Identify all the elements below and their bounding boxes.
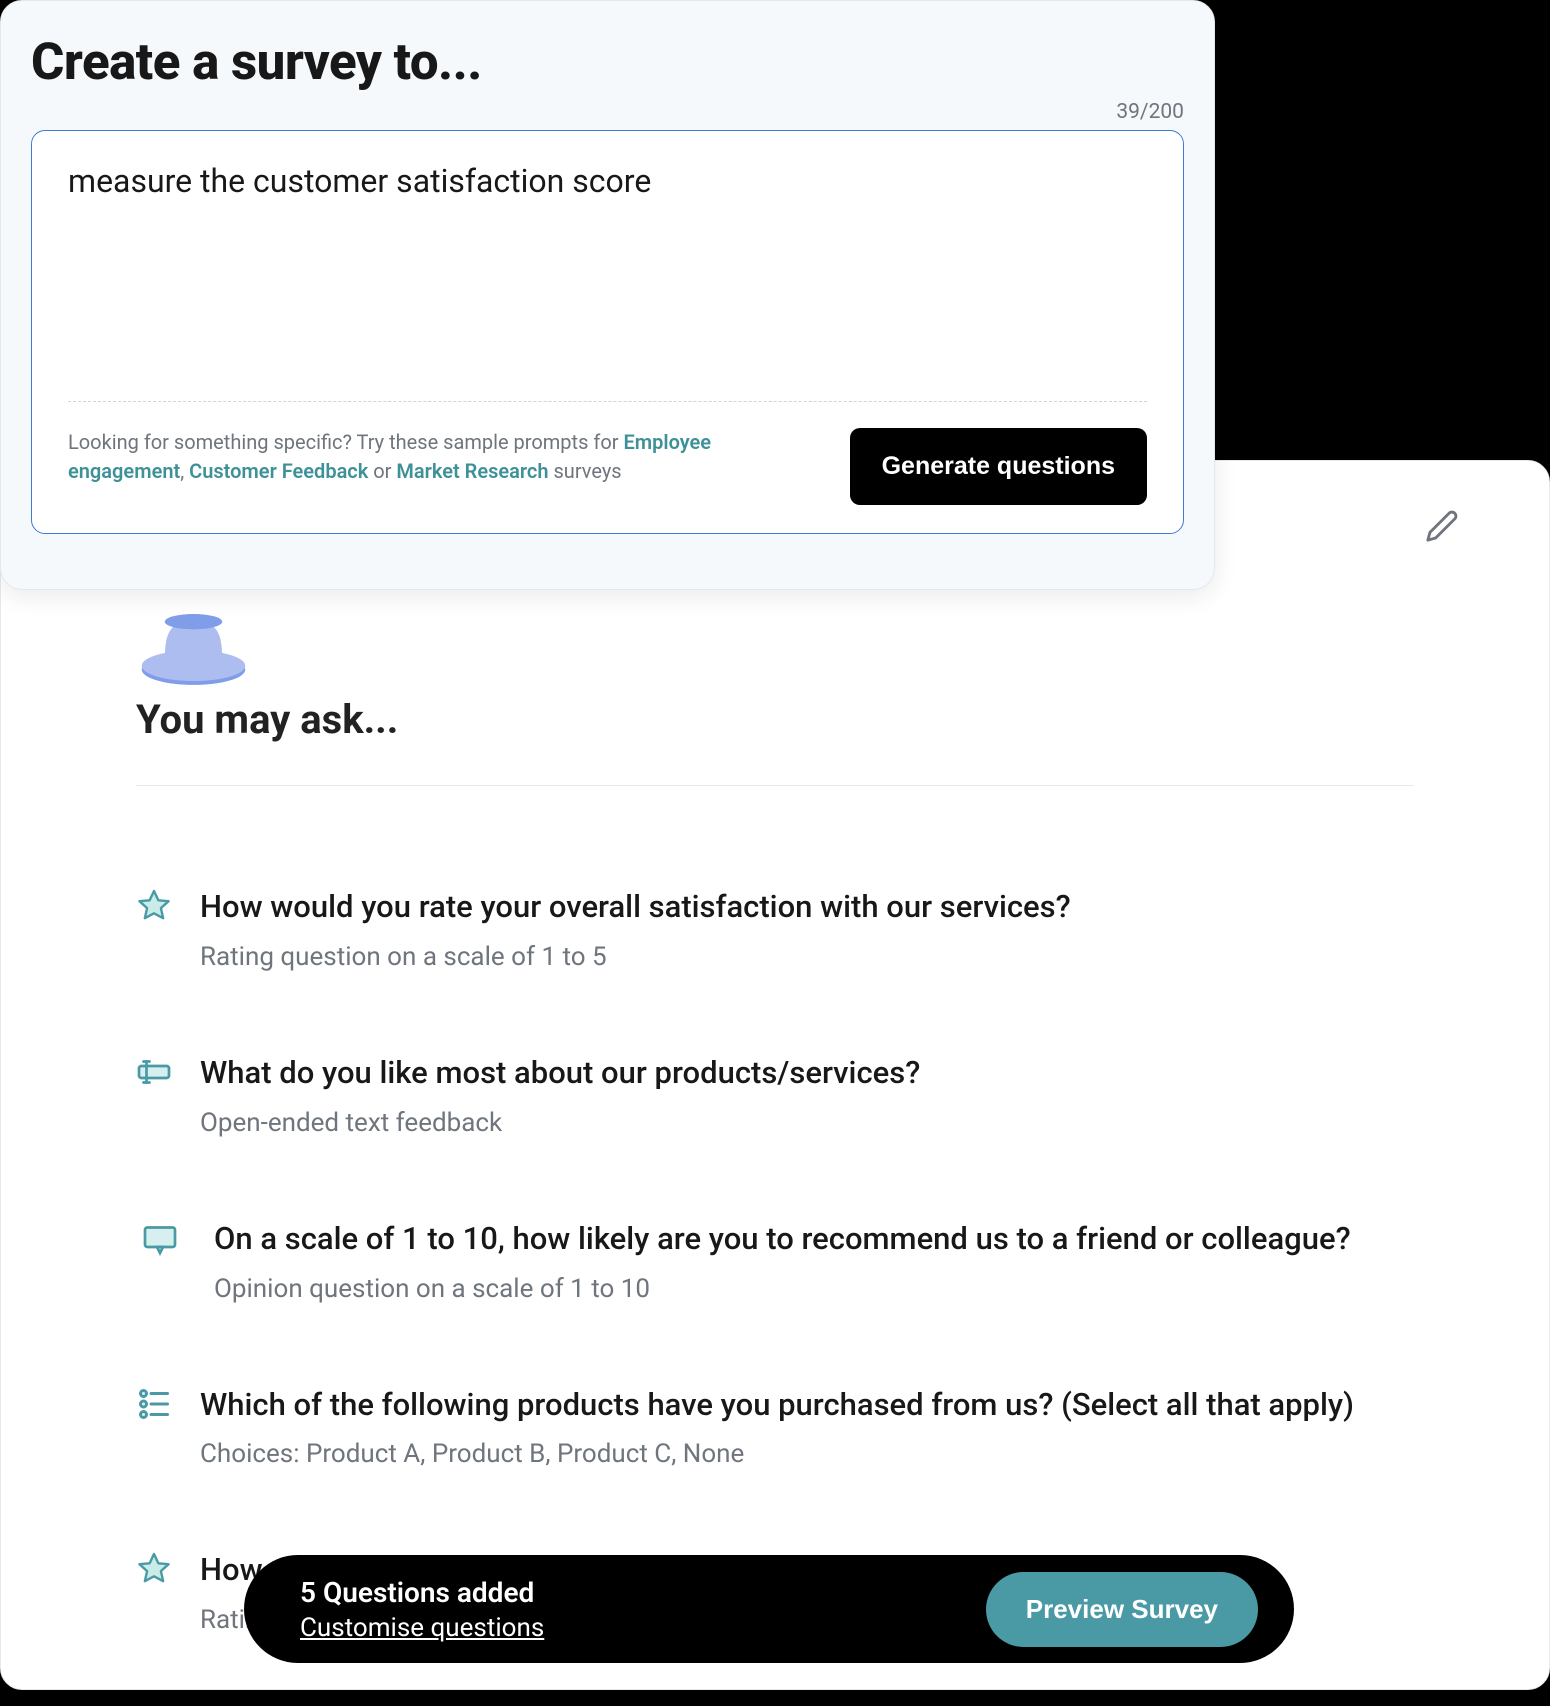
suggested-question[interactable]: How would you rate your overall satisfac…	[136, 886, 1414, 972]
sample-prompt-link-market[interactable]: Market Research	[396, 459, 548, 483]
divider	[136, 785, 1414, 786]
questions-added-toast: 5 Questions added Customise questions Pr…	[244, 1555, 1294, 1663]
results-card: You may ask... How would you rate your o…	[0, 460, 1550, 1690]
generate-questions-button[interactable]: Generate questions	[850, 428, 1147, 505]
hint-sep: or	[368, 459, 396, 483]
suggestions-heading: You may ask...	[136, 696, 1414, 743]
survey-goal-input[interactable]: measure the customer satisfaction score	[68, 159, 1147, 401]
suggested-question[interactable]: On a scale of 1 to 10, how likely are yo…	[136, 1218, 1414, 1304]
hint-suffix: surveys	[549, 459, 622, 483]
suggested-question[interactable]: Which of the following products have you…	[136, 1384, 1414, 1470]
prompt-heading: Create a survey to...	[31, 33, 1184, 92]
opinion-scale-icon	[142, 1220, 178, 1256]
question-title: Which of the following products have you…	[200, 1384, 1414, 1426]
question-description: Open-ended text feedback	[200, 1108, 1414, 1138]
multiple-choice-icon	[136, 1386, 172, 1422]
preview-survey-button[interactable]: Preview Survey	[986, 1572, 1258, 1647]
prompt-hint: Looking for something specific? Try thes…	[68, 428, 788, 486]
question-description: Rating question on a scale of 1 to 5	[200, 942, 1414, 972]
magic-hat-icon	[136, 591, 251, 686]
dashed-separator	[68, 401, 1147, 402]
toast-title: 5 Questions added	[300, 1576, 544, 1609]
question-description: Choices: Product A, Product B, Product C…	[200, 1439, 1414, 1469]
sample-prompt-link-customer[interactable]: Customer Feedback	[189, 459, 368, 483]
text-input-icon	[136, 1054, 172, 1090]
hint-sep: ,	[180, 459, 189, 483]
prompt-input-container: measure the customer satisfaction score …	[31, 130, 1184, 534]
star-icon	[136, 888, 172, 924]
suggested-question[interactable]: What do you like most about our products…	[136, 1052, 1414, 1138]
question-title: How would you rate your overall satisfac…	[200, 886, 1414, 928]
prompt-card: Create a survey to... 39/200 measure the…	[0, 0, 1215, 590]
customise-questions-link[interactable]: Customise questions	[300, 1613, 544, 1643]
question-title: What do you like most about our products…	[200, 1052, 1414, 1094]
question-title: On a scale of 1 to 10, how likely are yo…	[214, 1218, 1414, 1260]
char-counter: 39/200	[31, 100, 1184, 124]
edit-button[interactable]	[1425, 509, 1459, 543]
question-description: Opinion question on a scale of 1 to 10	[214, 1274, 1414, 1304]
pencil-icon	[1425, 528, 1459, 547]
hint-text: Looking for something specific? Try thes…	[68, 430, 623, 454]
star-icon	[136, 1551, 172, 1587]
